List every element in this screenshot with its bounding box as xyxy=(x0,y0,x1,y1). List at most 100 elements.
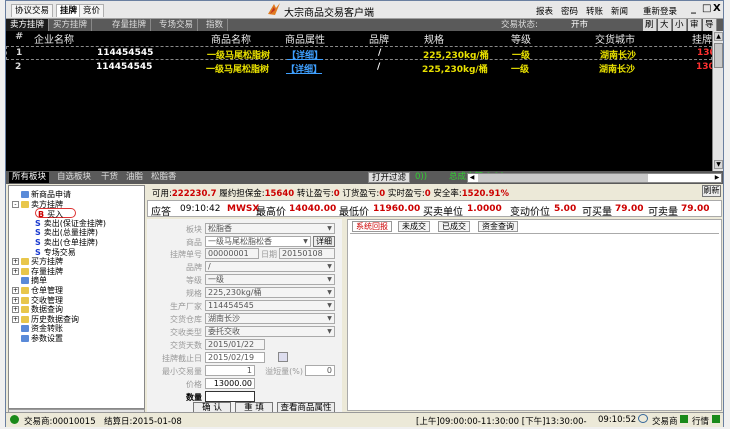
report-link[interactable]: 报表 xyxy=(536,5,553,17)
detail-button[interactable]: 详细 xyxy=(313,236,335,247)
available-value: 222230.7 xyxy=(171,189,217,199)
scroll-left-icon[interactable]: ◀ xyxy=(468,174,476,182)
tree-item[interactable]: S 卖出(总量挂牌) xyxy=(35,227,98,237)
trader-link[interactable]: 交易商 xyxy=(652,415,678,427)
subtab-stock-listing[interactable]: 存量挂牌 xyxy=(108,19,152,31)
tree-item[interactable]: + 存量挂牌 xyxy=(12,266,63,276)
board-tab-oil[interactable]: 油脂 xyxy=(123,172,146,183)
deadline-field[interactable]: 2015/02/19 xyxy=(205,352,265,363)
transfer-pnl-value: 0 xyxy=(333,189,340,199)
subtab-buy-listing[interactable]: 买方挂牌 xyxy=(49,19,93,31)
open-filter-button[interactable]: 打开过滤 xyxy=(368,172,411,183)
expand-toggle-icon[interactable]: - xyxy=(12,200,19,208)
col-grade[interactable]: 等级 xyxy=(511,31,531,46)
subtab-sell-listing[interactable]: 卖方挂牌 xyxy=(6,19,50,31)
close-icon[interactable]: X xyxy=(713,3,721,14)
min-qty-label: 最小交易量 xyxy=(162,367,202,376)
tree-item[interactable]: + 仓单管理 xyxy=(12,285,63,295)
subtab-special-trade[interactable]: 专场交易 xyxy=(155,19,199,31)
review-view-button[interactable]: 审 xyxy=(688,19,702,31)
tab-unfilled[interactable]: 未成交 xyxy=(398,221,430,232)
tree-item[interactable]: S 卖出(仓单挂牌) xyxy=(35,237,98,247)
delivery-days-label: 交货天数 xyxy=(170,341,202,350)
delivery-type-label: 交收类型 xyxy=(170,328,202,337)
chat-icon[interactable] xyxy=(638,414,648,423)
expand-toggle-icon[interactable]: + xyxy=(12,306,19,314)
table-horizontal-scrollbar[interactable]: ◀ ▶ xyxy=(467,173,722,183)
tree-item[interactable]: 参数设置 xyxy=(12,333,63,343)
row-detail-link[interactable]: 【详细】 xyxy=(287,48,323,61)
table-row[interactable]: 1 114454545 一级马尾松脂树 【详细】 / 225,230kg/桶 一… xyxy=(6,46,716,61)
subtab-index[interactable]: 指数 xyxy=(202,19,229,31)
tab-funds-query[interactable]: 资金查询 xyxy=(478,221,518,232)
refresh-view-button[interactable]: 刷 xyxy=(643,19,657,31)
hscroll-thumb[interactable] xyxy=(478,174,648,182)
brand-select[interactable]: / ▼ xyxy=(205,261,335,272)
overflow-field[interactable]: 0 xyxy=(305,365,335,376)
expand-toggle-icon[interactable]: + xyxy=(12,315,19,323)
col-spec[interactable]: 规格 xyxy=(424,31,444,46)
tab-protocol-trade[interactable]: 协议交易 xyxy=(11,4,54,17)
tab-system-report[interactable]: 系统回报 xyxy=(352,221,392,232)
maker-select[interactable]: 114454545 ▼ xyxy=(205,300,335,311)
expand-toggle-icon[interactable]: + xyxy=(12,296,19,304)
col-attr[interactable]: 商品属性 xyxy=(285,31,325,46)
password-link[interactable]: 密码 xyxy=(561,5,578,17)
scroll-right-icon[interactable]: ▶ xyxy=(713,174,721,182)
quantity-field[interactable] xyxy=(205,391,255,402)
spec-select[interactable]: 225,230kg/桶 ▼ xyxy=(205,287,335,298)
col-city[interactable]: 交货城市 xyxy=(595,31,635,46)
board-tab-favorite[interactable]: 自选板块 xyxy=(54,172,94,183)
tab-bidding[interactable]: 竞价 xyxy=(79,4,105,17)
product-select[interactable]: 一级马尾松脂松香 ▼ xyxy=(205,236,311,247)
refresh-button[interactable]: 刷新 xyxy=(702,185,721,197)
delivery-type-select[interactable]: 委托交收 ▼ xyxy=(205,326,335,337)
tree-item[interactable]: 摘单 xyxy=(12,275,47,285)
order-pnl-value: 0 xyxy=(379,189,386,199)
price-field[interactable]: 13000.00 xyxy=(205,378,255,389)
expand-toggle-icon[interactable]: + xyxy=(12,258,19,266)
tree-item[interactable]: S 专场交易 xyxy=(35,247,76,257)
table-vertical-scrollbar[interactable]: ▲ ▼ xyxy=(712,31,723,171)
small-view-button[interactable]: 小 xyxy=(673,19,687,31)
tab-filled[interactable]: 已成交 xyxy=(438,221,470,232)
expand-toggle-icon[interactable]: + xyxy=(12,267,19,275)
tree-item[interactable]: + 买方挂牌 xyxy=(12,256,63,266)
tree-item[interactable]: + 数据查询 xyxy=(12,304,63,314)
chevron-down-icon: ▼ xyxy=(327,263,332,270)
warehouse-select[interactable]: 湖南长沙 ▼ xyxy=(205,313,335,324)
tree-item[interactable]: + 交收管理 xyxy=(12,295,63,305)
table-row[interactable]: 2 114454545 一级马尾松脂树 【详细】 / 225,230kg/桶 一… xyxy=(6,61,715,75)
transfer-link[interactable]: 转账 xyxy=(586,5,603,17)
tree-item[interactable]: S 卖出(保证金挂牌) xyxy=(35,218,106,228)
board-tab-all[interactable]: 所有板块 xyxy=(9,172,50,183)
grade-select[interactable]: 一级 ▼ xyxy=(205,274,335,285)
tab-listing[interactable]: 挂牌 xyxy=(56,4,82,17)
col-price[interactable]: 挂牌 xyxy=(692,31,712,46)
calendar-icon[interactable] xyxy=(278,352,288,362)
row-detail-link[interactable]: 【详细】 xyxy=(286,62,322,75)
col-brand[interactable]: 品牌 xyxy=(369,31,389,46)
minimize-icon[interactable]: _ xyxy=(691,3,696,14)
board-tab-rosin[interactable]: 松脂香 xyxy=(148,172,180,183)
relogin-link[interactable]: 重新登录 xyxy=(643,5,677,17)
maximize-icon[interactable]: □ xyxy=(702,3,711,14)
expand-toggle-icon[interactable]: + xyxy=(12,287,19,294)
large-view-button[interactable]: 大 xyxy=(658,19,672,31)
scroll-up-icon[interactable]: ▲ xyxy=(714,32,723,41)
export-view-button[interactable]: 导 xyxy=(703,19,717,31)
tree-item[interactable]: - 卖方挂牌 xyxy=(12,199,63,209)
tree-item[interactable]: 新商品申请 xyxy=(12,189,71,199)
tree-item[interactable]: 资金转账 xyxy=(12,323,63,333)
quote-link[interactable]: 行情 xyxy=(692,415,709,427)
tree-item[interactable]: B 买入 xyxy=(35,208,77,219)
board-tab-dry[interactable]: 干货 xyxy=(98,172,121,183)
tree-item[interactable]: + 历史数据查询 xyxy=(12,314,79,324)
col-company[interactable]: 企业名称 xyxy=(34,31,74,46)
delivery-days-field[interactable]: 2015/01/22 xyxy=(205,339,265,350)
scroll-down-icon[interactable]: ▼ xyxy=(714,160,723,169)
board-select[interactable]: 松脂香 ▼ xyxy=(205,223,335,234)
scroll-thumb[interactable] xyxy=(714,43,723,68)
news-link[interactable]: 新闻 xyxy=(611,5,628,17)
col-product[interactable]: 商品名称 xyxy=(211,31,251,46)
